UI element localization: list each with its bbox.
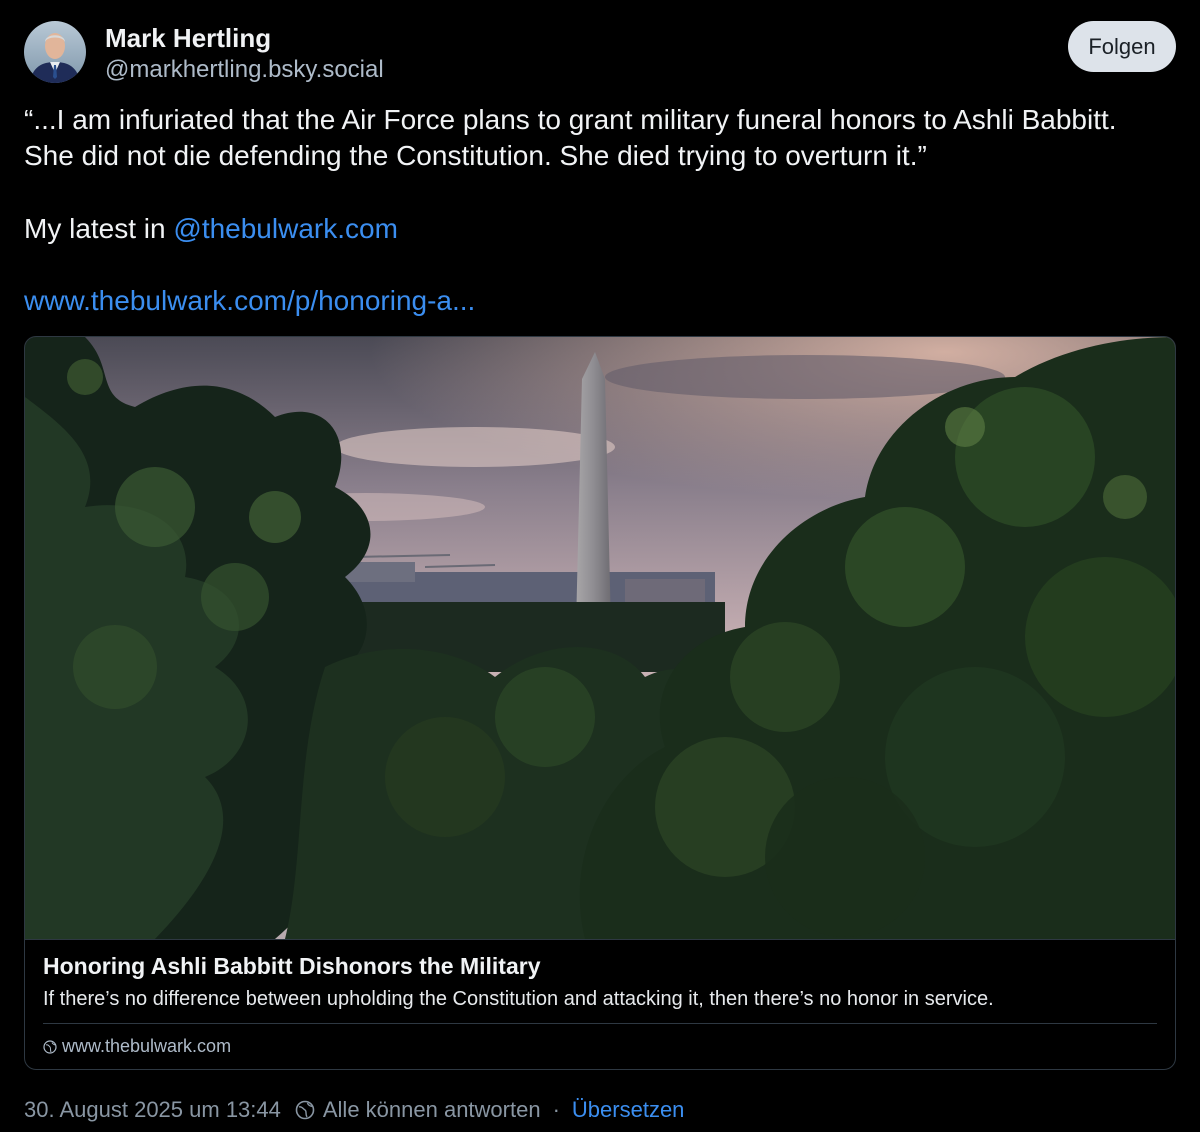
author-avatar[interactable]	[24, 21, 86, 83]
user-avatar-icon	[24, 21, 86, 83]
globe-icon	[295, 1100, 315, 1120]
card-description: If there’s no difference between upholdi…	[43, 988, 994, 1010]
washington-monument-photo-icon	[25, 337, 1175, 939]
author-handle[interactable]: @markhertling.bsky.social	[105, 56, 384, 84]
link-preview-card[interactable]: Honoring Ashli Babbitt Dishonors the Mil…	[24, 336, 1176, 1070]
card-title[interactable]: Honoring Ashli Babbitt Dishonors the Mil…	[43, 953, 541, 980]
post-timestamp[interactable]: 30. August 2025 um 13:44	[24, 1097, 281, 1123]
author-name[interactable]: Mark Hertling	[105, 23, 271, 54]
mention-link[interactable]: @thebulwark.com	[173, 213, 398, 244]
post-meta: 30. August 2025 um 13:44 Alle können ant…	[24, 1097, 684, 1123]
card-image-divider	[25, 939, 1175, 940]
article-url-link[interactable]: www.thebulwark.com/p/honoring-a...	[24, 283, 475, 319]
globe-icon	[43, 1039, 57, 1054]
translate-link[interactable]: Übersetzen	[572, 1097, 685, 1123]
follow-button[interactable]: Folgen	[1068, 21, 1176, 72]
card-domain-text: www.thebulwark.com	[62, 1036, 232, 1056]
latest-prefix: My latest in	[24, 213, 174, 244]
post-quote: “...I am infuriated that the Air Force p…	[24, 104, 1117, 171]
card-domain: www.thebulwark.com	[43, 1036, 231, 1057]
meta-separator: ·	[552, 1097, 560, 1122]
post-body: “...I am infuriated that the Air Force p…	[24, 102, 1174, 174]
card-separator	[43, 1023, 1157, 1024]
reply-setting[interactable]: Alle können antworten	[323, 1097, 541, 1123]
post-latest-line: My latest in @thebulwark.com	[24, 211, 398, 247]
